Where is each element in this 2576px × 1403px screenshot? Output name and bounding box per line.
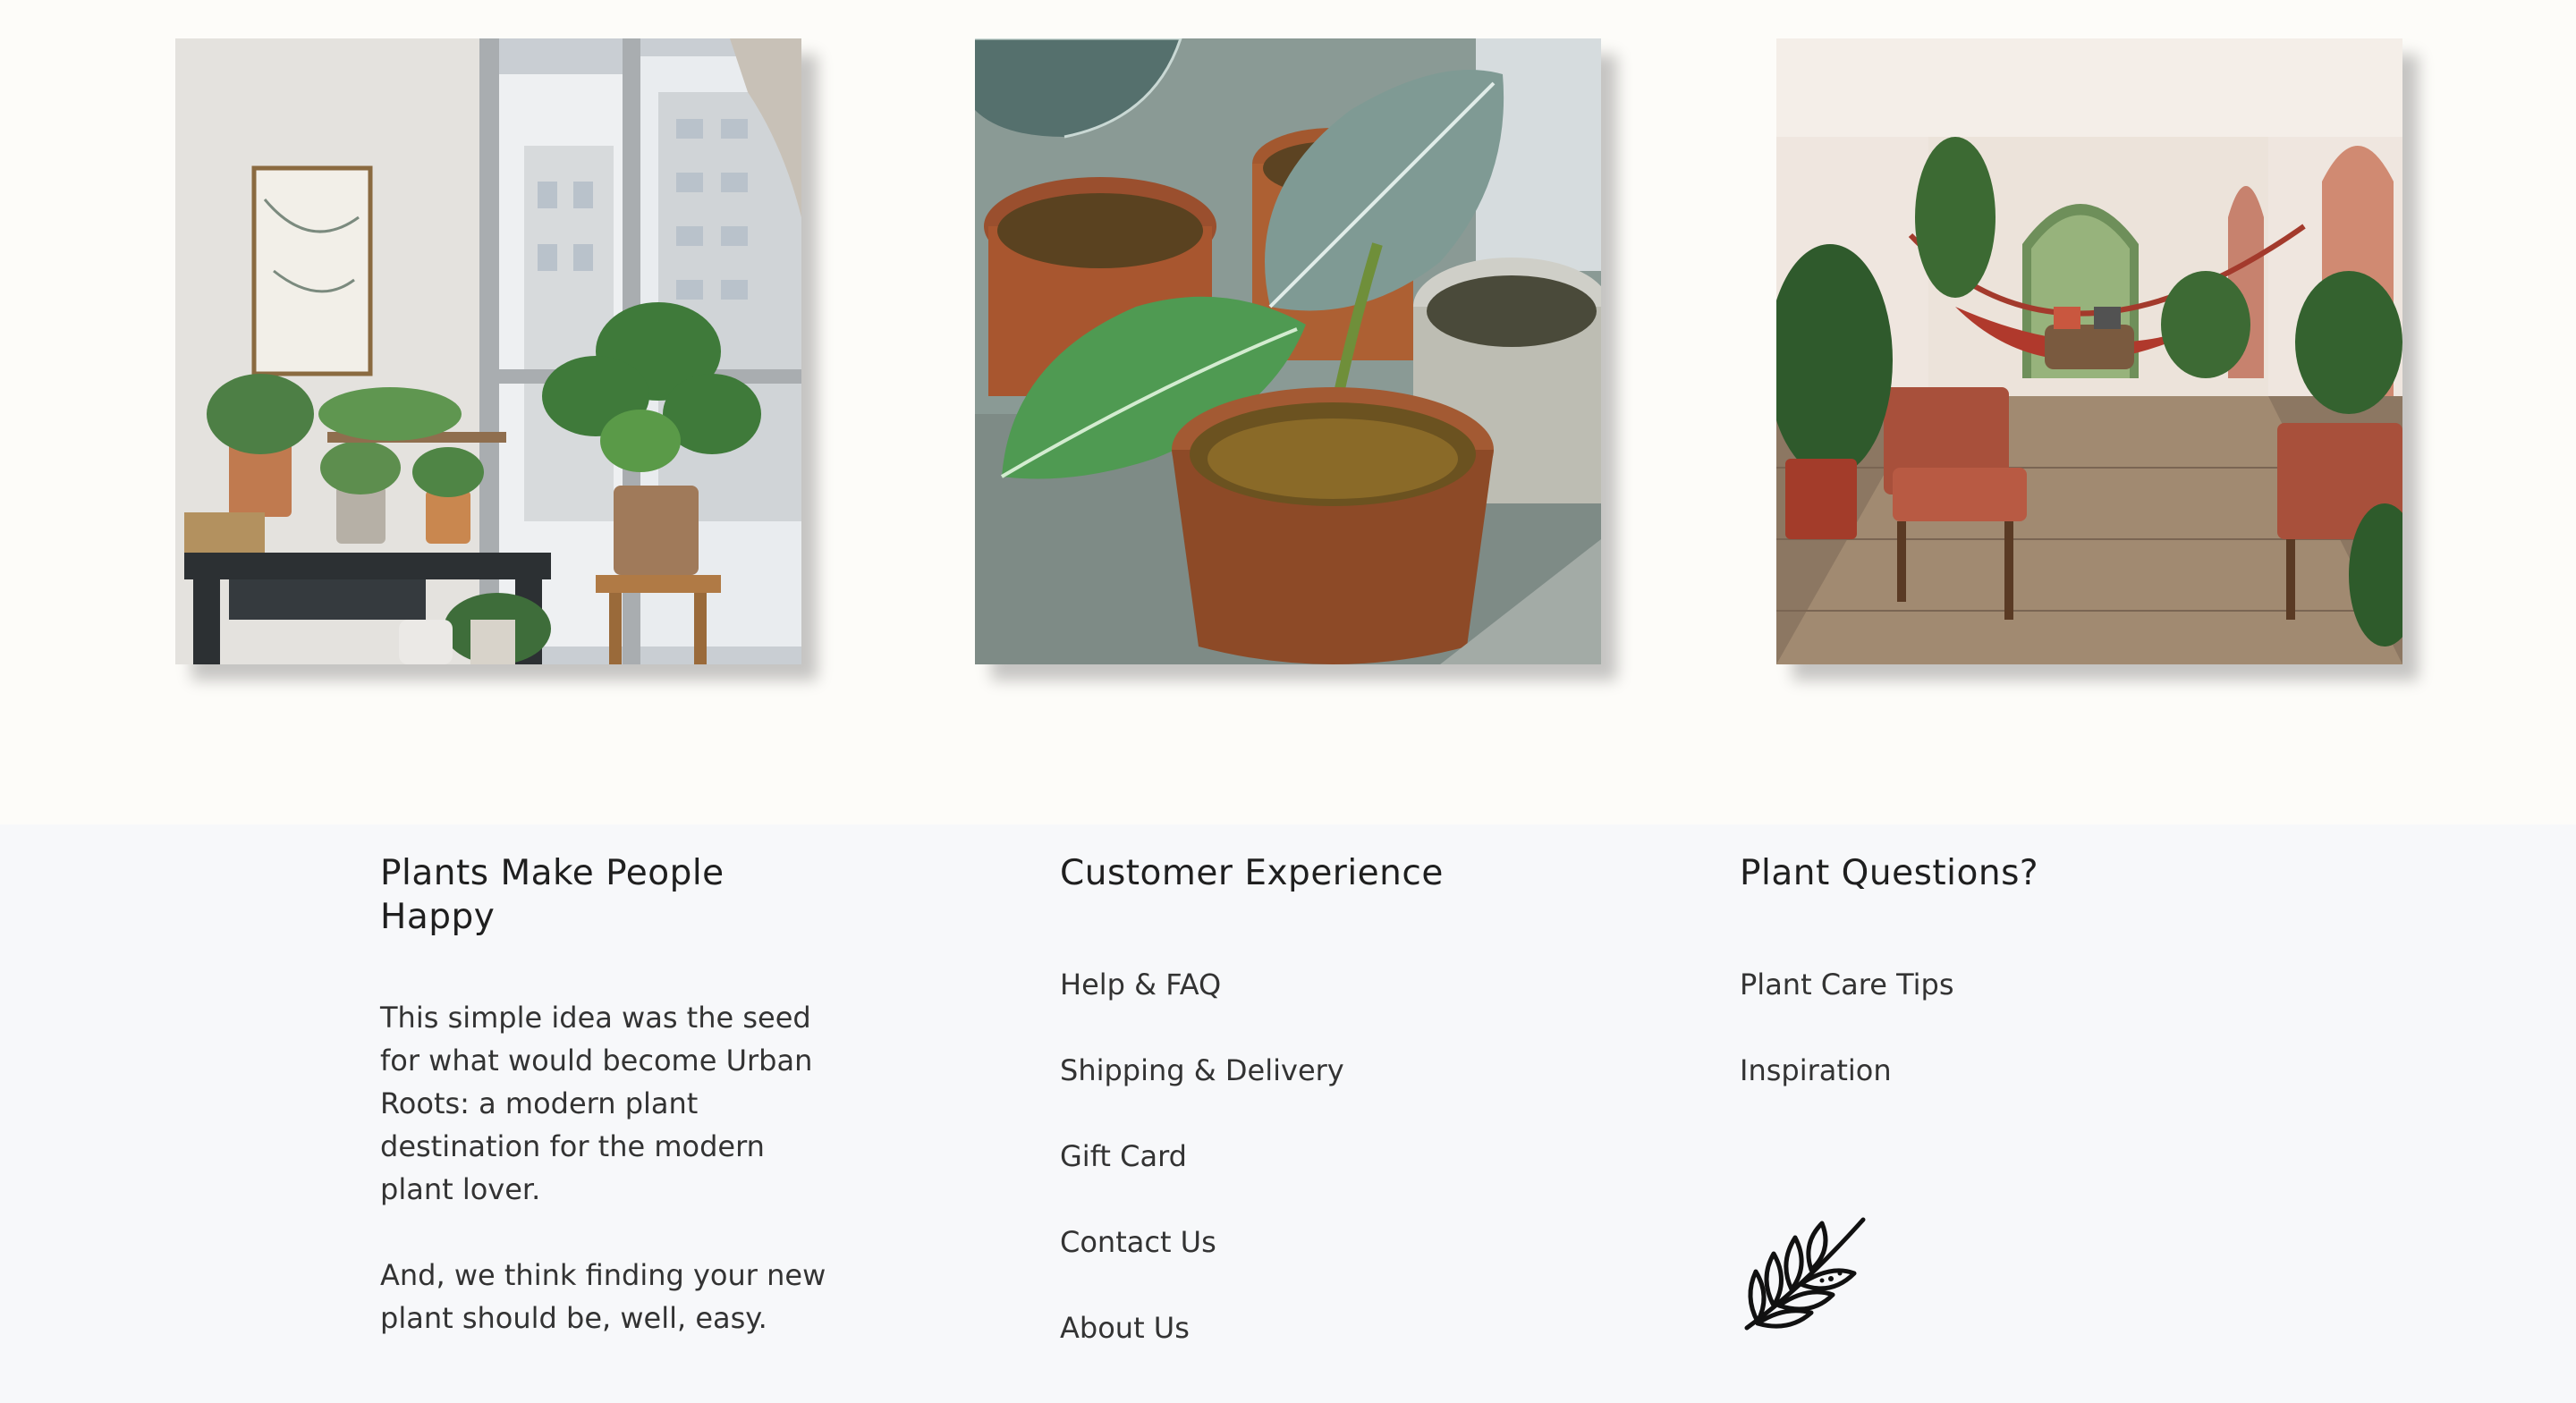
photo-gallery [0, 0, 2576, 824]
plant-questions-title: Plant Questions? [1740, 853, 2039, 893]
footer-about-column: Plants Make People Happy This simple ide… [380, 851, 845, 1340]
about-paragraph-2: And, we think finding your new plant sho… [380, 1258, 826, 1335]
customer-experience-title: Customer Experience [1060, 853, 1444, 893]
alocasia-image [975, 38, 1601, 664]
about-paragraph-1: This simple idea was the seed for what w… [380, 1001, 813, 1206]
about-title: Plants Make People Happy [380, 853, 724, 937]
link-inspiration[interactable]: Inspiration [1740, 1052, 2205, 1138]
customer-experience-links: Help & FAQ Shipping & Delivery Gift Card… [1060, 967, 1525, 1396]
plant-questions-links: Plant Care Tips Inspiration [1740, 967, 2205, 1138]
link-help-faq[interactable]: Help & FAQ [1060, 967, 1525, 1052]
link-about-us[interactable]: About Us [1060, 1310, 1525, 1396]
gallery-photo-alocasia[interactable] [975, 38, 1601, 664]
hammock-room-image [1776, 38, 2402, 664]
site-footer: Plants Make People Happy This simple ide… [0, 824, 2576, 1403]
link-shipping-delivery[interactable]: Shipping & Delivery [1060, 1052, 1525, 1138]
gallery-photo-hammock-room[interactable] [1776, 38, 2402, 664]
gallery-photo-plant-shelf[interactable] [175, 38, 801, 664]
link-contact-us[interactable]: Contact Us [1060, 1224, 1525, 1310]
leaf-branch-icon [1744, 1217, 1866, 1331]
link-gift-card[interactable]: Gift Card [1060, 1138, 1525, 1224]
link-plant-care-tips[interactable]: Plant Care Tips [1740, 967, 2205, 1052]
footer-plant-questions-column: Plant Questions? Plant Care Tips Inspira… [1740, 851, 2205, 1138]
footer-customer-experience-column: Customer Experience Help & FAQ Shipping … [1060, 851, 1525, 1396]
plant-shelf-image [175, 38, 801, 664]
